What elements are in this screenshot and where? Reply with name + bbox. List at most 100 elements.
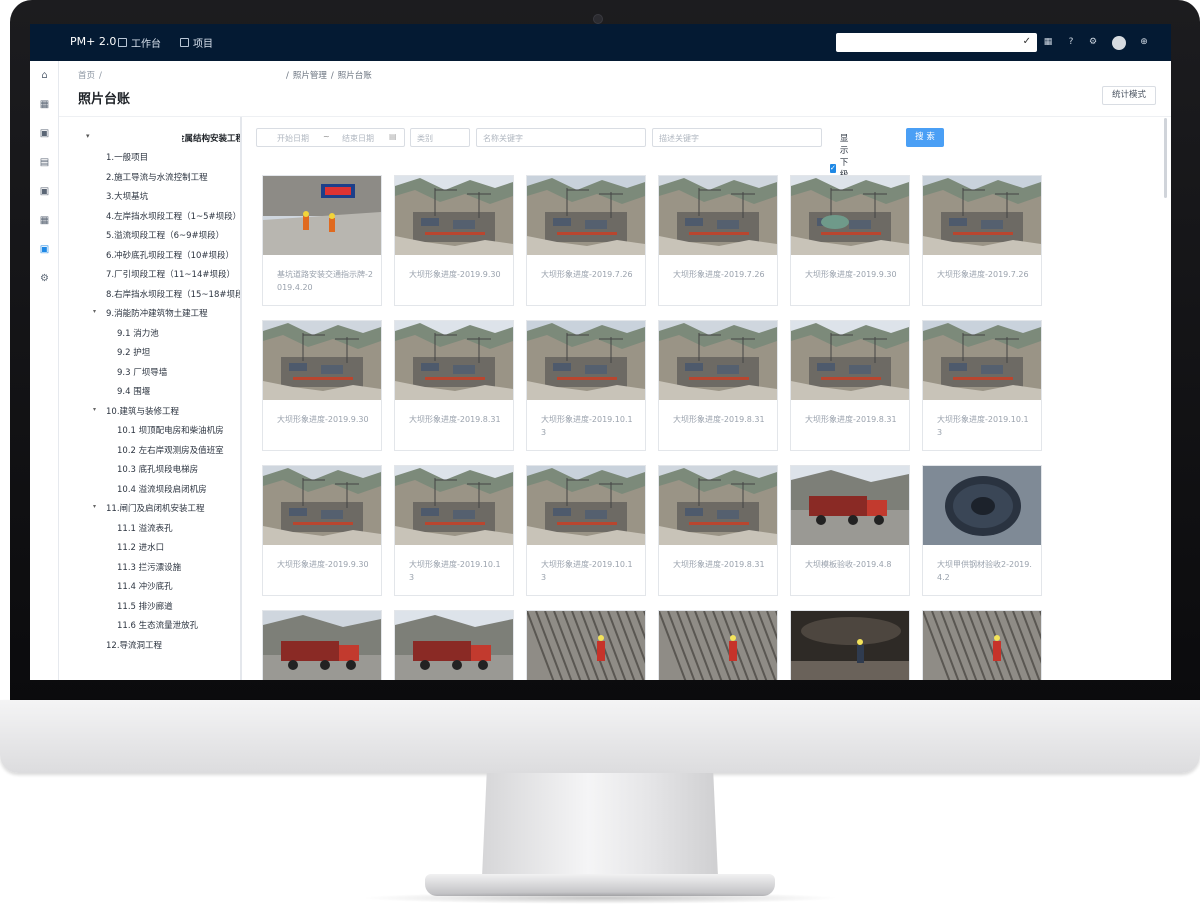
- caret-down-icon[interactable]: ▾: [93, 308, 96, 315]
- photo-card[interactable]: 大坝形象进度-2019.9.30: [262, 320, 382, 451]
- photo-card[interactable]: 大坝形象进度-2019.9.30: [790, 175, 910, 306]
- photo-card[interactable]: 基坑道路安装交通指示牌-2019.4.20: [262, 175, 382, 306]
- tree-node[interactable]: 9.4 围堰: [117, 385, 150, 397]
- photo-thumbnail[interactable]: [527, 466, 645, 545]
- tree-node[interactable]: 5.溢流坝段工程（6~9#坝段）: [106, 229, 224, 241]
- photo-card[interactable]: [922, 610, 1042, 680]
- photo-card[interactable]: 大坝形象进度-2019.10.13: [922, 320, 1042, 451]
- checkbox-icon[interactable]: ✓: [830, 163, 836, 173]
- avatar[interactable]: [1112, 36, 1126, 50]
- caret-down-icon[interactable]: ▾: [86, 132, 90, 140]
- brand-logo[interactable]: PM+ 2.0: [70, 35, 116, 48]
- photo-thumbnail[interactable]: [395, 176, 513, 255]
- photo-card[interactable]: 大坝形象进度-2019.7.26: [526, 175, 646, 306]
- caret-down-icon[interactable]: ▾: [93, 503, 96, 510]
- desc-keyword-input[interactable]: 描述关键字: [652, 128, 822, 147]
- photo-thumbnail[interactable]: [659, 176, 777, 255]
- photo-card[interactable]: [790, 610, 910, 680]
- tree-node[interactable]: 10.2 左右岸观测房及值班室: [117, 444, 224, 456]
- photo-card[interactable]: 大坝甲供钢材验收2-2019.4.2: [922, 465, 1042, 596]
- search-button[interactable]: 搜 索: [906, 128, 944, 147]
- photo-card[interactable]: 大坝形象进度-2019.8.31: [658, 320, 778, 451]
- photo-thumbnail[interactable]: [395, 466, 513, 545]
- tree-node[interactable]: 10.3 底孔坝段电梯房: [117, 463, 198, 475]
- photo-card[interactable]: 大坝形象进度-2019.8.31: [658, 465, 778, 596]
- nav-project[interactable]: 项目: [180, 35, 213, 50]
- category-select[interactable]: 类别: [410, 128, 470, 147]
- photo-card[interactable]: 大坝形象进度-2019.10.13: [526, 465, 646, 596]
- photo-thumbnail[interactable]: [923, 611, 1041, 680]
- photo-thumbnail[interactable]: [395, 611, 513, 680]
- qrcode-icon[interactable]: ▦: [1042, 36, 1054, 48]
- photo-thumbnail[interactable]: [527, 611, 645, 680]
- tree-node[interactable]: 6.冲砂底孔坝段工程（10#坝段）: [106, 249, 234, 261]
- breadcrumb-home[interactable]: 首页: [78, 71, 95, 81]
- photo-thumbnail[interactable]: [659, 611, 777, 680]
- home-icon[interactable]: ⌂: [39, 70, 50, 81]
- tree-node[interactable]: 11.1 溢流表孔: [117, 522, 173, 534]
- photo-card[interactable]: 大坝形象进度-2019.9.30: [394, 175, 514, 306]
- tree-node[interactable]: 7.厂引坝段工程（11~14#坝段）: [106, 268, 235, 280]
- photo-card[interactable]: 大坝形象进度-2019.10.13: [526, 320, 646, 451]
- tree-node[interactable]: 9.3 厂坝导墙: [117, 366, 167, 378]
- tree-node[interactable]: 10.1 坝顶配电房和柴油机房: [117, 424, 224, 436]
- photo-card[interactable]: [526, 610, 646, 680]
- tree-node[interactable]: 11.6 生态流量泄放孔: [117, 619, 198, 631]
- photo-thumbnail[interactable]: [923, 466, 1041, 545]
- modules-icon[interactable]: ▦: [39, 215, 50, 226]
- photo-card[interactable]: 大坝形象进度-2019.8.31: [790, 320, 910, 451]
- photo-card[interactable]: 大坝形象进度-2019.7.26: [922, 175, 1042, 306]
- photo-thumbnail[interactable]: [791, 321, 909, 400]
- tree-node[interactable]: 9.2 护坦: [117, 346, 150, 358]
- photo-thumbnail[interactable]: [791, 176, 909, 255]
- tree-node[interactable]: 8.右岸挡水坝段工程（15~18#坝段）: [106, 288, 241, 300]
- photo-thumbnail[interactable]: [659, 466, 777, 545]
- tree-node[interactable]: 11.4 冲沙底孔: [117, 580, 173, 592]
- globe-icon[interactable]: ⊕: [1138, 36, 1150, 48]
- photo-card[interactable]: 大坝模板验收-2019.4.8: [790, 465, 910, 596]
- photo-card[interactable]: 大坝形象进度-2019.10.13: [394, 465, 514, 596]
- tree-node[interactable]: ▾ 11.闸门及启闭机安装工程: [93, 502, 205, 514]
- help-icon[interactable]: ?: [1065, 36, 1077, 48]
- photo-thumbnail[interactable]: [263, 321, 381, 400]
- photo-card[interactable]: 大坝形象进度-2019.8.31: [394, 320, 514, 451]
- tree-node[interactable]: 12.导流洞工程: [106, 639, 162, 651]
- photo-thumbnail[interactable]: [263, 611, 381, 680]
- photo-card[interactable]: [658, 610, 778, 680]
- photo-thumbnail[interactable]: [791, 611, 909, 680]
- page-scrollbar[interactable]: [1164, 118, 1167, 198]
- date-range-picker[interactable]: 开始日期 ~ 结束日期 ▤: [256, 128, 405, 147]
- photo-thumbnail[interactable]: [923, 176, 1041, 255]
- stat-mode-button[interactable]: 统计模式: [1102, 86, 1156, 105]
- apps-icon[interactable]: ▦: [39, 99, 50, 110]
- tree-node[interactable]: 11.2 进水口: [117, 541, 164, 553]
- photo-thumbnail[interactable]: [527, 321, 645, 400]
- tree-node[interactable]: 3.大坝基坑: [106, 190, 148, 202]
- photo-card[interactable]: [394, 610, 514, 680]
- photo-thumbnail[interactable]: [527, 176, 645, 255]
- tree-node[interactable]: 11.3 拦污漂设施: [117, 561, 181, 573]
- photo-thumbnail[interactable]: [923, 321, 1041, 400]
- gear-icon[interactable]: ⚙: [39, 273, 50, 284]
- picture-icon[interactable]: ▣: [39, 186, 50, 197]
- tree-node[interactable]: 4.左岸挡水坝段工程（1~5#坝段）: [106, 210, 241, 222]
- tree-node[interactable]: 1.一般项目: [106, 151, 148, 163]
- tree-node[interactable]: ▾ 10.建筑与装修工程: [93, 405, 179, 417]
- photo-thumbnail[interactable]: [395, 321, 513, 400]
- name-keyword-input[interactable]: 名称关键字: [476, 128, 646, 147]
- tree-node[interactable]: 2.施工导流与水流控制工程: [106, 171, 208, 183]
- breadcrumb-parent[interactable]: 照片管理: [293, 71, 327, 81]
- photo-card[interactable]: 大坝形象进度-2019.9.30: [262, 465, 382, 596]
- tree-splitter[interactable]: [240, 117, 242, 680]
- settings-icon[interactable]: ⚙: [1087, 36, 1099, 48]
- caret-down-icon[interactable]: ▾: [93, 406, 96, 413]
- nav-workbench[interactable]: 工作台: [118, 35, 161, 50]
- photo-thumbnail[interactable]: [659, 321, 777, 400]
- image-icon[interactable]: ▣: [39, 128, 50, 139]
- photo-ledger-icon[interactable]: ▣: [39, 244, 50, 255]
- calendar-icon[interactable]: ▤: [39, 157, 50, 168]
- tree-node[interactable]: 11.5 排沙廊道: [117, 600, 173, 612]
- photo-card[interactable]: [262, 610, 382, 680]
- photo-thumbnail[interactable]: [263, 176, 381, 255]
- tree-node[interactable]: 9.1 消力池: [117, 327, 159, 339]
